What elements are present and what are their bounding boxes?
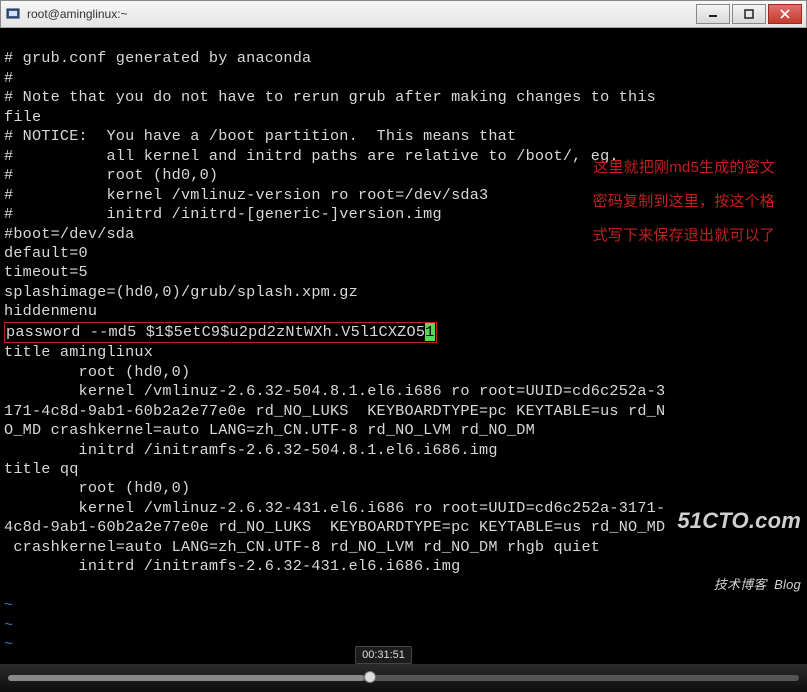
grub-line: # kernel /vmlinuz-version ro root=/dev/s… bbox=[4, 186, 488, 204]
putty-icon bbox=[5, 6, 21, 22]
vi-empty-line: ~ bbox=[4, 596, 13, 614]
grub-line: hiddenmenu bbox=[4, 302, 97, 320]
password-line-highlight: password --md5 $1$5etC9$u2pd2zNtWXh.V5l1… bbox=[4, 322, 437, 343]
terminal-output[interactable]: # grub.conf generated by anaconda # # No… bbox=[0, 28, 807, 664]
grub-line: # grub.conf generated by anaconda bbox=[4, 49, 311, 67]
vi-empty-line: ~ bbox=[4, 635, 13, 653]
grub-line: # all kernel and initrd paths are relati… bbox=[4, 147, 619, 165]
watermark-main: 51CTO.com bbox=[677, 509, 801, 532]
grub-line: # root (hd0,0) bbox=[4, 166, 218, 184]
seek-progress bbox=[8, 675, 364, 681]
grub-line: initrd /initramfs-2.6.32-431.el6.i686.im… bbox=[4, 557, 460, 575]
grub-line: # initrd /initrd-[generic-]version.img bbox=[4, 205, 442, 223]
playback-time-tooltip: 00:31:51 bbox=[355, 646, 412, 664]
terminal-cursor: 1 bbox=[425, 323, 435, 341]
maximize-button[interactable] bbox=[732, 4, 766, 24]
grub-line: # bbox=[4, 69, 13, 87]
grub-line: kernel /vmlinuz-2.6.32-431.el6.i686 ro r… bbox=[4, 499, 665, 517]
password-line-text: password --md5 $1$5etC9$u2pd2zNtWXh.V5l1… bbox=[6, 323, 425, 341]
window-title: root@aminglinux:~ bbox=[27, 7, 696, 21]
watermark: 51CTO.com 技术博客 Blog bbox=[677, 463, 801, 638]
grub-line: default=0 bbox=[4, 244, 88, 262]
grub-line: timeout=5 bbox=[4, 263, 88, 281]
grub-line: file bbox=[4, 108, 41, 126]
grub-line: 4c8d-9ab1-60b2a2e77e0e rd_NO_LUKS KEYBOA… bbox=[4, 518, 665, 536]
grub-line: crashkernel=auto LANG=zh_CN.UTF-8 rd_NO_… bbox=[4, 538, 600, 556]
grub-line: root (hd0,0) bbox=[4, 479, 190, 497]
window-buttons bbox=[696, 4, 802, 24]
video-playbar bbox=[0, 664, 807, 692]
grub-line: initrd /initramfs-2.6.32-504.8.1.el6.i68… bbox=[4, 441, 498, 459]
annotation-line-1: 这里就把刚md5生成的密文 bbox=[593, 158, 775, 177]
grub-line: splashimage=(hd0,0)/grub/splash.xpm.gz bbox=[4, 283, 358, 301]
grub-line: kernel /vmlinuz-2.6.32-504.8.1.el6.i686 … bbox=[4, 382, 665, 400]
grub-line: root (hd0,0) bbox=[4, 363, 190, 381]
grub-line: title aminglinux bbox=[4, 343, 153, 361]
grub-line: # Note that you do not have to rerun gru… bbox=[4, 88, 656, 106]
seek-track[interactable] bbox=[8, 675, 799, 681]
watermark-sub-en: Blog bbox=[774, 577, 801, 592]
annotation-line-2: 密码复制到这里，按这个格 bbox=[593, 192, 775, 211]
grub-line: title qq bbox=[4, 460, 79, 478]
vi-empty-line: ~ bbox=[4, 616, 13, 634]
close-button[interactable] bbox=[768, 4, 802, 24]
grub-line: 171-4c8d-9ab1-60b2a2e77e0e rd_NO_LUKS KE… bbox=[4, 402, 665, 420]
seek-knob[interactable] bbox=[364, 671, 376, 683]
grub-line: # NOTICE: You have a /boot partition. Th… bbox=[4, 127, 516, 145]
grub-line: O_MD crashkernel=auto LANG=zh_CN.UTF-8 r… bbox=[4, 421, 535, 439]
window-titlebar: root@aminglinux:~ bbox=[0, 0, 807, 28]
watermark-sub-zh: 技术博客 bbox=[714, 577, 767, 592]
grub-line: #boot=/dev/sda bbox=[4, 225, 134, 243]
annotation-line-3: 式写下来保存退出就可以了 bbox=[593, 226, 775, 245]
minimize-button[interactable] bbox=[696, 4, 730, 24]
